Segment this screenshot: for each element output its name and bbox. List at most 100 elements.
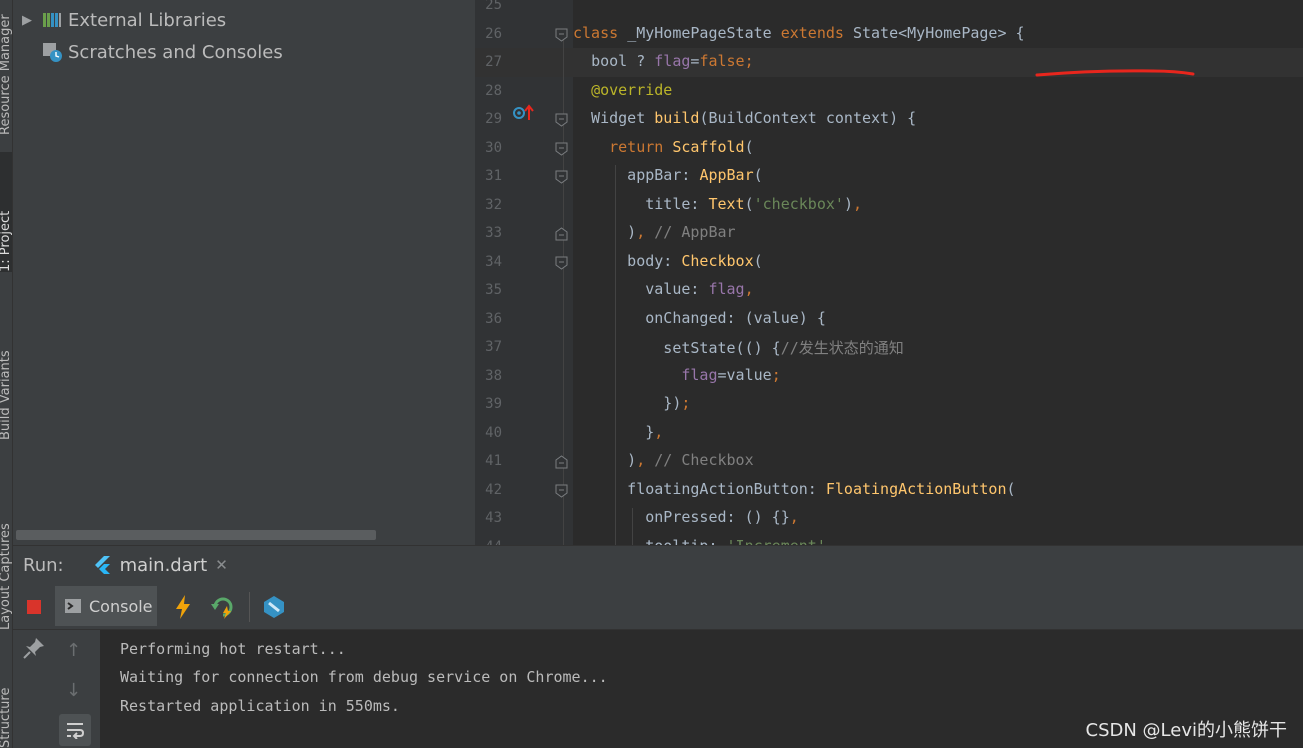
line-number: 26 — [485, 25, 502, 42]
code-text: bool ? flag=false; — [591, 52, 754, 70]
code-line[interactable]: 28 @override — [475, 77, 1303, 106]
code-text: Widget build(BuildContext context) { — [573, 109, 917, 127]
fold-marker-icon[interactable] — [555, 227, 568, 241]
flutter-icon — [94, 556, 110, 574]
console-line: Restarted application in 550ms. — [120, 697, 400, 715]
line-number: 38 — [485, 367, 502, 384]
code-line[interactable]: 30 return Scaffold( — [475, 134, 1303, 163]
code-text: floatingActionButton: FloatingActionButt… — [573, 479, 1016, 498]
soft-wrap-icon — [67, 723, 85, 739]
toolbar-separator — [249, 592, 250, 622]
code-line[interactable]: 42 floatingActionButton: FloatingActionB… — [475, 476, 1303, 505]
code-line[interactable]: 43 onPressed: () {}, — [475, 504, 1303, 533]
console-line: Performing hot restart... — [120, 640, 346, 658]
tree-item-scratches[interactable]: ▶ Scratches and Consoles — [13, 38, 283, 66]
code-editor[interactable]: 25 26 class _MyHomePageState extends State… — [475, 0, 1303, 545]
hot-reload-icon[interactable] — [172, 594, 194, 620]
tab-structure[interactable]: Structure — [0, 660, 12, 748]
code-text: onPressed: () {}, — [573, 508, 799, 526]
code-line[interactable]: 36 onChanged: (value) { — [475, 305, 1303, 334]
dart-devtools-icon[interactable] — [261, 594, 287, 620]
line-number: 43 — [485, 510, 502, 526]
fold-marker-icon[interactable] — [555, 28, 568, 42]
watermark: CSDN @Levi的小熊饼干 — [1085, 720, 1287, 741]
library-icon — [43, 13, 61, 27]
scroll-down-icon[interactable]: ↓ — [66, 680, 81, 701]
line-number: 30 — [485, 139, 502, 156]
expand-arrow-icon[interactable]: ▶ — [13, 6, 41, 34]
indent-guide — [615, 165, 616, 545]
console-side-toolbar: ↑ ↓ — [55, 630, 95, 748]
code-text: tooltip: 'Increment', — [573, 537, 835, 546]
code-line[interactable]: 38 flag=value; — [475, 362, 1303, 391]
code-line[interactable]: 41 ), // Checkbox — [475, 447, 1303, 476]
console-tab-label: Console — [89, 596, 153, 616]
scratches-icon — [43, 43, 62, 62]
code-line[interactable]: 35 value: flag, — [475, 276, 1303, 305]
run-toolbar: Console — [13, 584, 1303, 630]
code-text: return Scaffold( — [609, 137, 754, 156]
code-line[interactable]: 29 Widget build(BuildContext context) { — [475, 105, 1303, 134]
override-up-icon[interactable] — [512, 103, 536, 123]
line-number: 25 — [485, 0, 502, 13]
soft-wrap-button[interactable] — [59, 714, 91, 746]
fold-marker-icon[interactable] — [555, 113, 568, 127]
tree-item-external-libraries[interactable]: ▶ External Libraries — [13, 6, 226, 34]
run-tab-main-dart[interactable]: main.dart ✕ — [92, 546, 228, 584]
stop-icon[interactable] — [27, 600, 41, 614]
project-panel: ▶ External Libraries ▶ Scratches and Con… — [13, 0, 475, 545]
console-line: Waiting for connection from debug servic… — [120, 668, 608, 686]
line-number: 36 — [485, 310, 502, 327]
code-text: setState(() {//发生状态的通知 — [573, 339, 904, 357]
code-line[interactable]: 39 }); — [475, 390, 1303, 419]
tab-console[interactable]: Console — [55, 586, 157, 626]
fold-marker-icon[interactable] — [555, 484, 568, 498]
code-line[interactable]: 33 ), // AppBar — [475, 219, 1303, 248]
hot-restart-icon[interactable] — [210, 594, 236, 620]
left-tool-strip: Resource Manager 1: Project Build Varian… — [0, 0, 13, 748]
run-header: Run: main.dart ✕ — [13, 546, 1303, 584]
code-text: value: flag, — [573, 280, 754, 298]
tab-build-variants[interactable]: Build Variants — [0, 300, 12, 440]
close-icon[interactable]: ✕ — [215, 556, 228, 574]
run-side-tools — [13, 584, 55, 748]
code-text: onChanged: (value) { — [573, 308, 826, 327]
tab-project[interactable]: 1: Project — [0, 152, 12, 272]
line-number: 31 — [485, 168, 502, 184]
code-line[interactable]: 44 tooltip: 'Increment', — [475, 533, 1303, 546]
fold-marker-icon[interactable] — [555, 256, 568, 270]
code-text: title: Text('checkbox'), — [573, 194, 862, 213]
line-number: 40 — [485, 424, 502, 441]
horizontal-scrollbar[interactable] — [16, 530, 376, 540]
fold-marker-icon[interactable] — [555, 142, 568, 156]
line-number: 28 — [485, 82, 502, 99]
line-number: 39 — [485, 396, 502, 412]
tree-item-label: External Libraries — [68, 9, 227, 31]
line-number: 34 — [485, 253, 502, 270]
code-text: @override — [591, 80, 673, 99]
code-line[interactable]: 26 class _MyHomePageState extends State<M… — [475, 20, 1303, 49]
fold-marker-icon[interactable] — [555, 170, 568, 184]
code-text: }, — [573, 422, 664, 441]
code-line[interactable]: 31 appBar: AppBar( — [475, 162, 1303, 191]
scroll-up-icon[interactable]: ↑ — [66, 640, 81, 661]
tab-layout-captures[interactable]: Layout Captures — [0, 470, 12, 630]
code-line[interactable]: 32 title: Text('checkbox'), — [475, 191, 1303, 220]
code-text: ), // AppBar — [573, 223, 736, 241]
code-line[interactable]: 40 }, — [475, 419, 1303, 448]
code-text: }); — [573, 394, 691, 412]
line-number: 42 — [485, 481, 502, 498]
tree-item-label: Scratches and Consoles — [68, 41, 283, 63]
red-underline-annotation — [1035, 69, 1195, 77]
code-line[interactable]: 37 setState(() {//发生状态的通知 — [475, 333, 1303, 362]
line-number: 32 — [485, 196, 502, 213]
run-label: Run: — [23, 554, 64, 576]
fold-marker-icon[interactable] — [555, 455, 568, 469]
pin-icon[interactable] — [22, 636, 46, 660]
code-line[interactable]: 34 body: Checkbox( — [475, 248, 1303, 277]
indent-guide — [632, 508, 633, 545]
code-line[interactable]: 25 — [475, 0, 1303, 20]
line-number: 37 — [485, 339, 502, 355]
tab-resource-manager[interactable]: Resource Manager — [0, 0, 12, 135]
line-number: 29 — [485, 111, 502, 127]
